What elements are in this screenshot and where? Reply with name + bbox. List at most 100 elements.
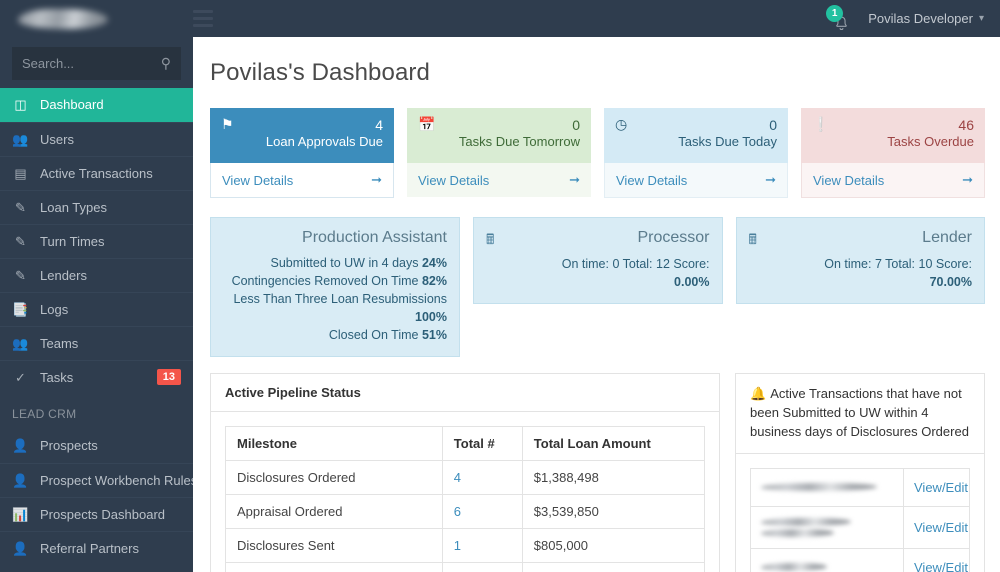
sidebar-item-tasks[interactable]: ✓ Tasks 13	[0, 360, 193, 394]
sidebar-item-prospects[interactable]: 👤 Prospects	[0, 429, 193, 463]
kpi-card-tasks-due-today: ◷ 0 Tasks Due Today View Details ➞	[604, 108, 788, 198]
kpi-label: Tasks Due Today	[678, 134, 777, 150]
bottom-panel-row: Active Pipeline Status Milestone Total #…	[193, 357, 1000, 572]
metric-row: Less Than Three Loan Resubmissions 100%	[223, 290, 447, 326]
search-box[interactable]: ⚲	[12, 47, 181, 80]
arrow-circle-right-icon: ➞	[962, 172, 973, 187]
topbar-right-group: 1 Povilas Developer ▾	[826, 0, 1000, 37]
cell-total[interactable]: 1	[441, 528, 523, 564]
sidebar-section-lead-crm: LEAD CRM	[12, 407, 77, 421]
processor-summary: On time: 0 Total: 12 Score:	[561, 256, 710, 271]
kpi-label: Tasks Due Tomorrow	[458, 134, 580, 150]
lender-score: On time: 7 Total: 10 Score: 70.00%	[749, 255, 972, 291]
cell-amount: $2,668,374	[521, 562, 706, 572]
redacted-text	[761, 483, 878, 492]
sidebar-label-turn-times: Turn Times	[40, 233, 105, 249]
alerts-panel-title: 🔔 Active Transactions that have not been …	[736, 374, 984, 454]
cell-total[interactable]: 4	[441, 460, 523, 496]
search-input[interactable]	[22, 56, 161, 71]
kpi-body: ◷ 0 Tasks Due Today	[604, 108, 788, 163]
arrow-circle-right-icon: ➞	[569, 172, 580, 187]
table-row: Appraisal Ordered 6 $3,539,850	[225, 494, 706, 530]
alerts-title-text: Active Transactions that have not been S…	[750, 386, 969, 440]
metric-label: Closed On Time	[328, 328, 419, 343]
active-pipeline-status-panel: Active Pipeline Status Milestone Total #…	[210, 373, 720, 572]
sidebar-label-loan-types: Loan Types	[40, 199, 107, 215]
view-details-button[interactable]: View Details ➞	[604, 163, 788, 198]
bar-chart-icon: 📊	[12, 506, 29, 522]
sidebar-item-active-transactions[interactable]: ▤ Active Transactions	[0, 156, 193, 190]
cell-transaction-name-redacted	[750, 505, 904, 549]
brand-logo-area[interactable]	[0, 0, 193, 37]
metric-value: 100%	[415, 310, 447, 325]
money-bill-icon: ▤	[14, 165, 27, 181]
user-name-label: Povilas Developer	[868, 11, 973, 26]
column-header-milestone: Milestone	[225, 426, 443, 462]
cell-amount: $805,000	[521, 528, 706, 564]
metric-row: Submitted to UW in 4 days 24%	[223, 254, 448, 272]
production-assistant-panel: Production Assistant Submitted to UW in …	[210, 217, 460, 358]
sidebar-item-prospect-workbench-rules[interactable]: 👤 Prospect Workbench Rules	[0, 463, 193, 497]
cell-total[interactable]: 6	[441, 494, 523, 530]
user-menu[interactable]: Povilas Developer ▾	[868, 11, 984, 26]
kpi-card-row: ⚑ 4 Loan Approvals Due View Details ➞ 📅 …	[193, 87, 1000, 198]
view-edit-link[interactable]: View/Edit	[903, 547, 970, 572]
sidebar-label-tasks: Tasks	[40, 369, 74, 385]
sidebar-item-teams[interactable]: 👥 Teams	[0, 326, 193, 360]
clock-icon: ◷	[615, 116, 628, 132]
sidebar-item-loan-types[interactable]: ✎ Loan Types	[0, 190, 193, 224]
sidebar-label-lenders: Lenders	[40, 267, 87, 283]
user-icon: 👤	[12, 540, 29, 556]
processor-score: On time: 0 Total: 12 Score: 0.00%	[486, 255, 710, 291]
page-title: Povilas's Dashboard	[210, 59, 430, 86]
kpi-top: ❕ 46	[812, 117, 974, 133]
metric-value: 51%	[421, 328, 447, 343]
notification-count-badge: 1	[826, 4, 844, 22]
table-header-row: Milestone Total # Total Loan Amount	[225, 426, 706, 462]
lender-title: Lender	[922, 229, 972, 246]
cell-milestone: Disclosures Back	[225, 562, 443, 572]
kpi-card-tasks-overdue: ❕ 46 Tasks Overdue View Details ➞	[801, 108, 985, 198]
kpi-label: Tasks Overdue	[887, 134, 974, 150]
sidebar-item-lenders[interactable]: ✎ Lenders	[0, 258, 193, 292]
view-edit-link[interactable]: View/Edit	[903, 467, 970, 507]
alerts-panel: 🔔 Active Transactions that have not been …	[735, 373, 985, 572]
sidebar-label-prospects: Prospects	[40, 438, 98, 453]
view-details-button[interactable]: View Details ➞	[210, 163, 394, 198]
sidebar-item-users[interactable]: 👥 Users	[0, 122, 193, 156]
processor-score-value: 0.00%	[674, 274, 710, 289]
sidebar-item-referral-partners[interactable]: 👤 Referral Partners	[0, 531, 193, 565]
sidebar-item-prospects-dashboard[interactable]: 📊 Prospects Dashboard	[0, 497, 193, 531]
sidebar-label-referral-partners: Referral Partners	[40, 540, 139, 556]
kpi-top: 📅 0	[418, 117, 580, 133]
processor-title: Processor	[637, 229, 710, 246]
hamburger-menu-icon[interactable]	[193, 10, 213, 27]
calculator-icon: 🖩	[486, 231, 495, 247]
production-assistant-metrics: Submitted to UW in 4 days 24% Contingenc…	[223, 254, 447, 345]
main-content: Povilas's Dashboard ⚑ 4 Loan Approvals D…	[193, 37, 1000, 572]
sidebar-label-prospects-dashboard: Prospects Dashboard	[40, 506, 166, 522]
sidebar-label-users: Users	[40, 131, 74, 147]
sidebar-item-dashboard[interactable]: ◫ Dashboard	[0, 88, 193, 122]
view-details-label: View Details	[222, 172, 294, 188]
view-details-button[interactable]: View Details ➞	[801, 163, 985, 198]
table-row: View/Edit	[750, 467, 970, 507]
user-icon: 👤	[12, 472, 29, 488]
chevron-down-icon: ▾	[978, 13, 984, 24]
edit-square-icon: ✎	[15, 233, 26, 249]
view-details-label: View Details	[418, 172, 490, 188]
view-details-button[interactable]: View Details ➞	[407, 163, 591, 197]
lender-score-value: 70.00%	[929, 274, 972, 289]
view-edit-link[interactable]: View/Edit	[903, 505, 970, 549]
kpi-number: 46	[958, 117, 974, 133]
sidebar-item-turn-times[interactable]: ✎ Turn Times	[0, 224, 193, 258]
metric-label: Less Than Three Loan Resubmissions	[233, 292, 447, 307]
table-row: View/Edit	[750, 505, 970, 549]
view-details-label: View Details	[616, 172, 688, 188]
cell-total[interactable]: 5	[441, 562, 523, 572]
notifications-button[interactable]: 1	[826, 4, 854, 32]
table-row: Disclosures Back 5 $2,668,374	[225, 562, 706, 572]
cell-transaction-name-redacted	[750, 547, 904, 572]
sidebar-item-logs[interactable]: 📑 Logs	[0, 292, 193, 326]
bell-icon: 🔔	[750, 386, 767, 402]
